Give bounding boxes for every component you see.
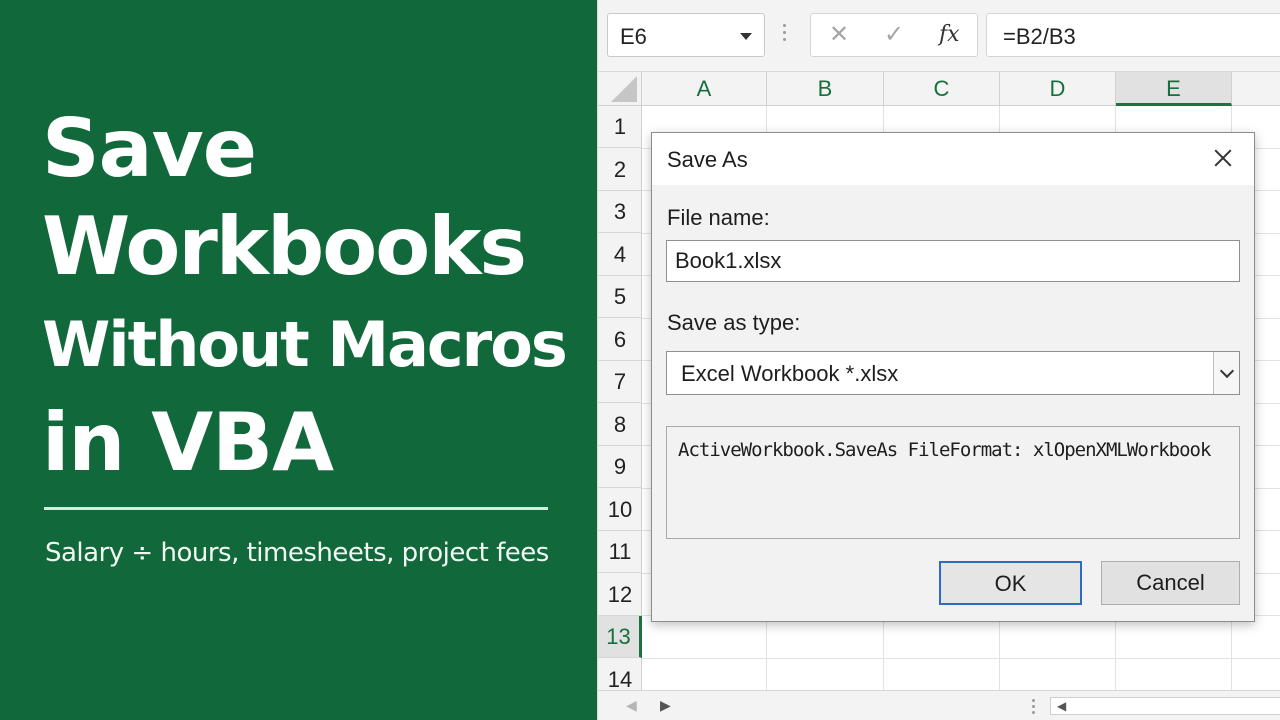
tab-split-handle-icon[interactable] xyxy=(1032,699,1035,715)
promo-title-line-1: Save xyxy=(42,102,257,195)
dialog-titlebar: Save As xyxy=(652,133,1254,185)
ok-button[interactable]: OK xyxy=(939,561,1082,605)
promo-divider xyxy=(44,507,548,510)
chevron-down-icon[interactable] xyxy=(1213,352,1239,394)
row-header-12[interactable]: 12 xyxy=(598,574,642,616)
row-headers: 1 2 3 4 5 6 7 8 9 10 11 12 13 14 xyxy=(598,106,642,701)
save-as-type-value: Excel Workbook *.xlsx xyxy=(681,361,899,386)
row-header-8[interactable]: 8 xyxy=(598,404,642,446)
scrollbar-left-arrow-icon[interactable]: ◀ xyxy=(1057,698,1066,714)
save-as-type-dropdown[interactable]: Excel Workbook *.xlsx xyxy=(666,351,1240,395)
promo-title-line-3: Without Macros xyxy=(42,308,568,381)
row-header-2[interactable]: 2 xyxy=(598,149,642,191)
column-header-e[interactable]: E xyxy=(1116,72,1232,106)
promo-title-line-2: Workbooks xyxy=(42,200,527,293)
promo-subtitle: Salary ÷ hours, timesheets, project fees xyxy=(45,538,549,568)
vba-code-box: ActiveWorkbook.SaveAs FileFormat: xlOpen… xyxy=(666,426,1240,539)
caret-down-icon[interactable] xyxy=(740,33,752,40)
scroll-right-icon[interactable]: ▶ xyxy=(660,697,671,714)
row-header-11[interactable]: 11 xyxy=(598,531,642,573)
promo-title-line-4: in VBA xyxy=(42,396,334,489)
insert-function-icon[interactable]: fx xyxy=(939,22,960,47)
vba-code-text: ActiveWorkbook.SaveAs FileFormat: xlOpen… xyxy=(678,439,1211,461)
column-header-b[interactable]: B xyxy=(767,72,884,106)
cancel-icon[interactable]: ✕ xyxy=(829,20,849,49)
grid-row-line xyxy=(642,658,1280,659)
row-header-10[interactable]: 10 xyxy=(598,489,642,531)
row-header-1[interactable]: 1 xyxy=(598,106,642,148)
promo-panel: Save Workbooks Without Macros in VBA Sal… xyxy=(0,0,597,720)
formula-text: =B2/B3 xyxy=(1003,24,1076,49)
file-name-label: File name: xyxy=(667,205,770,230)
row-header-6[interactable]: 6 xyxy=(598,319,642,361)
save-as-dialog: Save As File name: Save as type: Excel W… xyxy=(651,132,1255,622)
column-header-d[interactable]: D xyxy=(1000,72,1116,106)
row-header-13[interactable]: 13 xyxy=(598,616,642,658)
name-box-value: E6 xyxy=(620,24,647,49)
file-name-input[interactable] xyxy=(667,241,1239,281)
save-as-type-label: Save as type: xyxy=(667,310,801,335)
row-header-9[interactable]: 9 xyxy=(598,446,642,488)
sheet-tab-bar: ◀ ▶ ◀ xyxy=(598,690,1280,720)
horizontal-scrollbar[interactable]: ◀ xyxy=(1050,697,1280,715)
select-all-corner[interactable] xyxy=(598,72,642,106)
formula-input[interactable]: =B2/B3 xyxy=(986,13,1280,57)
column-header-a[interactable]: A xyxy=(642,72,767,106)
file-name-field[interactable] xyxy=(666,240,1240,282)
column-headers: ABCDE xyxy=(598,72,1280,106)
resize-handle-icon[interactable] xyxy=(783,24,787,48)
scroll-left-icon[interactable]: ◀ xyxy=(626,697,637,714)
row-header-7[interactable]: 7 xyxy=(598,361,642,403)
row-header-5[interactable]: 5 xyxy=(598,276,642,318)
promo-title: Save Workbooks Without Macros in VBA xyxy=(42,100,582,492)
dialog-title: Save As xyxy=(667,147,748,172)
name-box[interactable]: E6 xyxy=(607,13,765,57)
row-header-4[interactable]: 4 xyxy=(598,234,642,276)
row-header-3[interactable]: 3 xyxy=(598,191,642,233)
check-icon[interactable]: ✓ xyxy=(884,20,904,49)
formula-bar: E6 ✕ ✓ fx =B2/B3 xyxy=(598,0,1280,72)
cancel-button[interactable]: Cancel xyxy=(1101,561,1240,605)
formula-actions: ✕ ✓ fx xyxy=(810,13,978,57)
close-icon[interactable] xyxy=(1208,143,1238,173)
column-header-c[interactable]: C xyxy=(884,72,1000,106)
